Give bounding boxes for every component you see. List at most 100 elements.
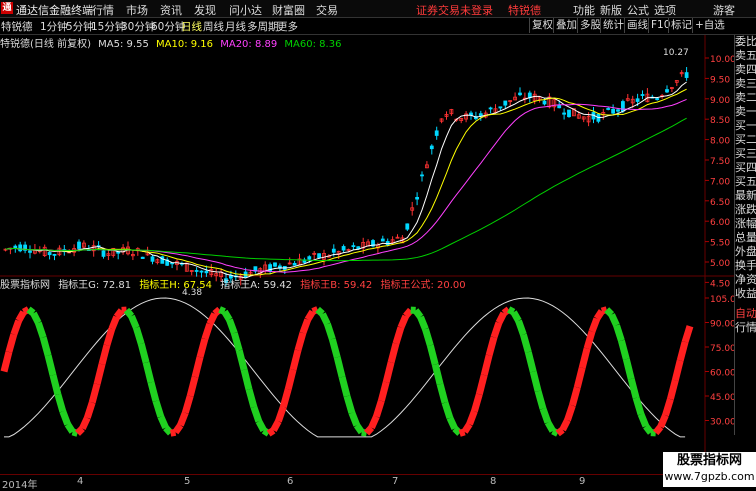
indicator-band-segment (646, 426, 651, 432)
login-status[interactable]: 证券交易未登录 (416, 2, 493, 18)
candle-body (563, 113, 566, 114)
stock-name-header: 特锐德 (508, 2, 541, 18)
indicator-band-segment (33, 313, 38, 323)
candle-body (421, 175, 424, 176)
btn-fuquan[interactable]: 复权 (529, 18, 555, 33)
btn-tongji[interactable]: 统计 (600, 18, 626, 33)
rp-sell5: 卖五 (735, 49, 756, 63)
rp-latest: 最新 (735, 189, 756, 203)
candle-body (406, 224, 409, 229)
btn-diejia[interactable]: 叠加 (553, 18, 579, 33)
candle-body (29, 251, 32, 252)
indicator-band-segment (58, 394, 63, 411)
indicator-tick-label: 90.00 (710, 320, 734, 330)
candle-body (656, 99, 659, 100)
date-axis: 2014年 4 5 6 7 8 9 (0, 474, 734, 488)
indicator-band-segment (161, 417, 166, 428)
indicator-band-segment (205, 324, 210, 339)
period-daily[interactable]: 日线 (181, 19, 202, 34)
indicator-band-segment (141, 344, 146, 363)
menu-faxian[interactable]: 发现 (194, 2, 216, 18)
indicator-b: 指标王B: 59.42 (300, 280, 372, 291)
indicator-band-segment (117, 310, 122, 316)
indicator-band-segment (474, 394, 479, 411)
period-multi[interactable]: 多周期 (247, 19, 279, 34)
indicator-band-segment (244, 370, 249, 390)
period-1min[interactable]: 1分钟 (40, 19, 68, 34)
indicator-band-segment (440, 384, 445, 402)
menu-caifuquan[interactable]: 财富圈 (272, 2, 305, 18)
indicator-band-segment (612, 315, 617, 326)
candle-body (685, 73, 688, 78)
candle-body (519, 93, 522, 95)
period-monthly[interactable]: 月线 (225, 19, 246, 34)
menu-jiaoyi[interactable]: 交易 (316, 2, 338, 18)
indicator-band-segment (283, 389, 288, 407)
indicator-band-segment (558, 430, 563, 434)
indicator-lines (4, 298, 690, 437)
indicator-band-segment (92, 384, 97, 402)
indicator-band-segment (146, 363, 151, 383)
guest-label[interactable]: 游客 (713, 2, 735, 18)
rp-buy3: 买三 (735, 147, 756, 161)
rp-quote-button[interactable]: 行情 (735, 321, 756, 335)
candle-body (141, 257, 144, 258)
indicator-band-segment (425, 329, 430, 345)
indicator-band-segment (445, 403, 450, 418)
indicator-band-segment (372, 417, 377, 428)
indicator-band-segment (666, 399, 671, 415)
candle-body (607, 108, 610, 109)
rp-sell1: 卖一 (735, 105, 756, 119)
btn-biaoji[interactable]: 标记 (668, 18, 694, 33)
rp-sell3: 卖三 (735, 77, 756, 91)
candle-body (19, 245, 22, 251)
indicator-band-segment (200, 339, 205, 357)
menu-shichang[interactable]: 市场 (126, 2, 148, 18)
price-tick-label: 7.00 (710, 177, 730, 187)
menu-gongneng[interactable]: 功能 (573, 2, 595, 18)
menu-hangqing[interactable]: 行情 (92, 2, 114, 18)
btn-add-watchlist[interactable]: +自选 (692, 18, 727, 33)
indicator-band-segment (14, 321, 19, 335)
moving-averages (6, 82, 687, 278)
watermark-logo: 股票指标网 www.7gpzb.com (663, 452, 756, 487)
candle-body (14, 246, 17, 248)
indicator-band-segment (38, 323, 43, 338)
candle-body (381, 239, 384, 241)
menu-xinban[interactable]: 新版 (600, 2, 622, 18)
rp-auto-button[interactable]: 自动 (735, 307, 756, 321)
indicator-band-segment (479, 375, 484, 394)
price-tick-label: 6.00 (710, 218, 730, 228)
indicator-band-segment (489, 337, 494, 355)
menu-gongshi[interactable]: 公式 (627, 2, 649, 18)
candle-body (78, 242, 81, 248)
candle-body (504, 101, 507, 105)
indicator-band-segment (347, 396, 352, 413)
candle-body (435, 131, 438, 136)
period-more[interactable]: 更多 (277, 19, 298, 34)
indicator-band-segment (421, 317, 426, 329)
indicator-band-segment (337, 357, 342, 377)
indicator-band-segment (430, 345, 435, 364)
menu-xuanxiang[interactable]: 选项 (654, 2, 676, 18)
indicator-tick-label: 105.0 (710, 295, 734, 305)
kline-chart-area[interactable]: 10.009.509.008.508.007.507.006.506.005.5… (0, 35, 734, 474)
btn-huaxian[interactable]: 画线 (624, 18, 650, 33)
period-5min[interactable]: 5分钟 (66, 19, 94, 34)
indicator-band-segment (631, 379, 636, 398)
rp-outer: 外盘 (735, 245, 756, 259)
rp-netasset: 净资 (735, 273, 756, 287)
indicator-name: 股票指标网 (0, 280, 50, 291)
indicator-band-segment (592, 319, 597, 332)
indicator-band-segment (656, 427, 661, 433)
indicator-band-segment (136, 328, 141, 344)
period-weekly[interactable]: 周线 (203, 19, 224, 34)
menu-zixun[interactable]: 资讯 (160, 2, 182, 18)
indicator-band-segment (180, 413, 185, 426)
menu-wenxiaoda[interactable]: 问小达 (229, 2, 262, 18)
x-label-5: 5 (184, 476, 190, 487)
price-tick-label: 6.50 (710, 198, 730, 208)
indicator-band-segment (470, 411, 475, 424)
indicator-band-segment (455, 429, 460, 434)
indicator-formula: 指标王公式: 20.00 (380, 280, 465, 291)
